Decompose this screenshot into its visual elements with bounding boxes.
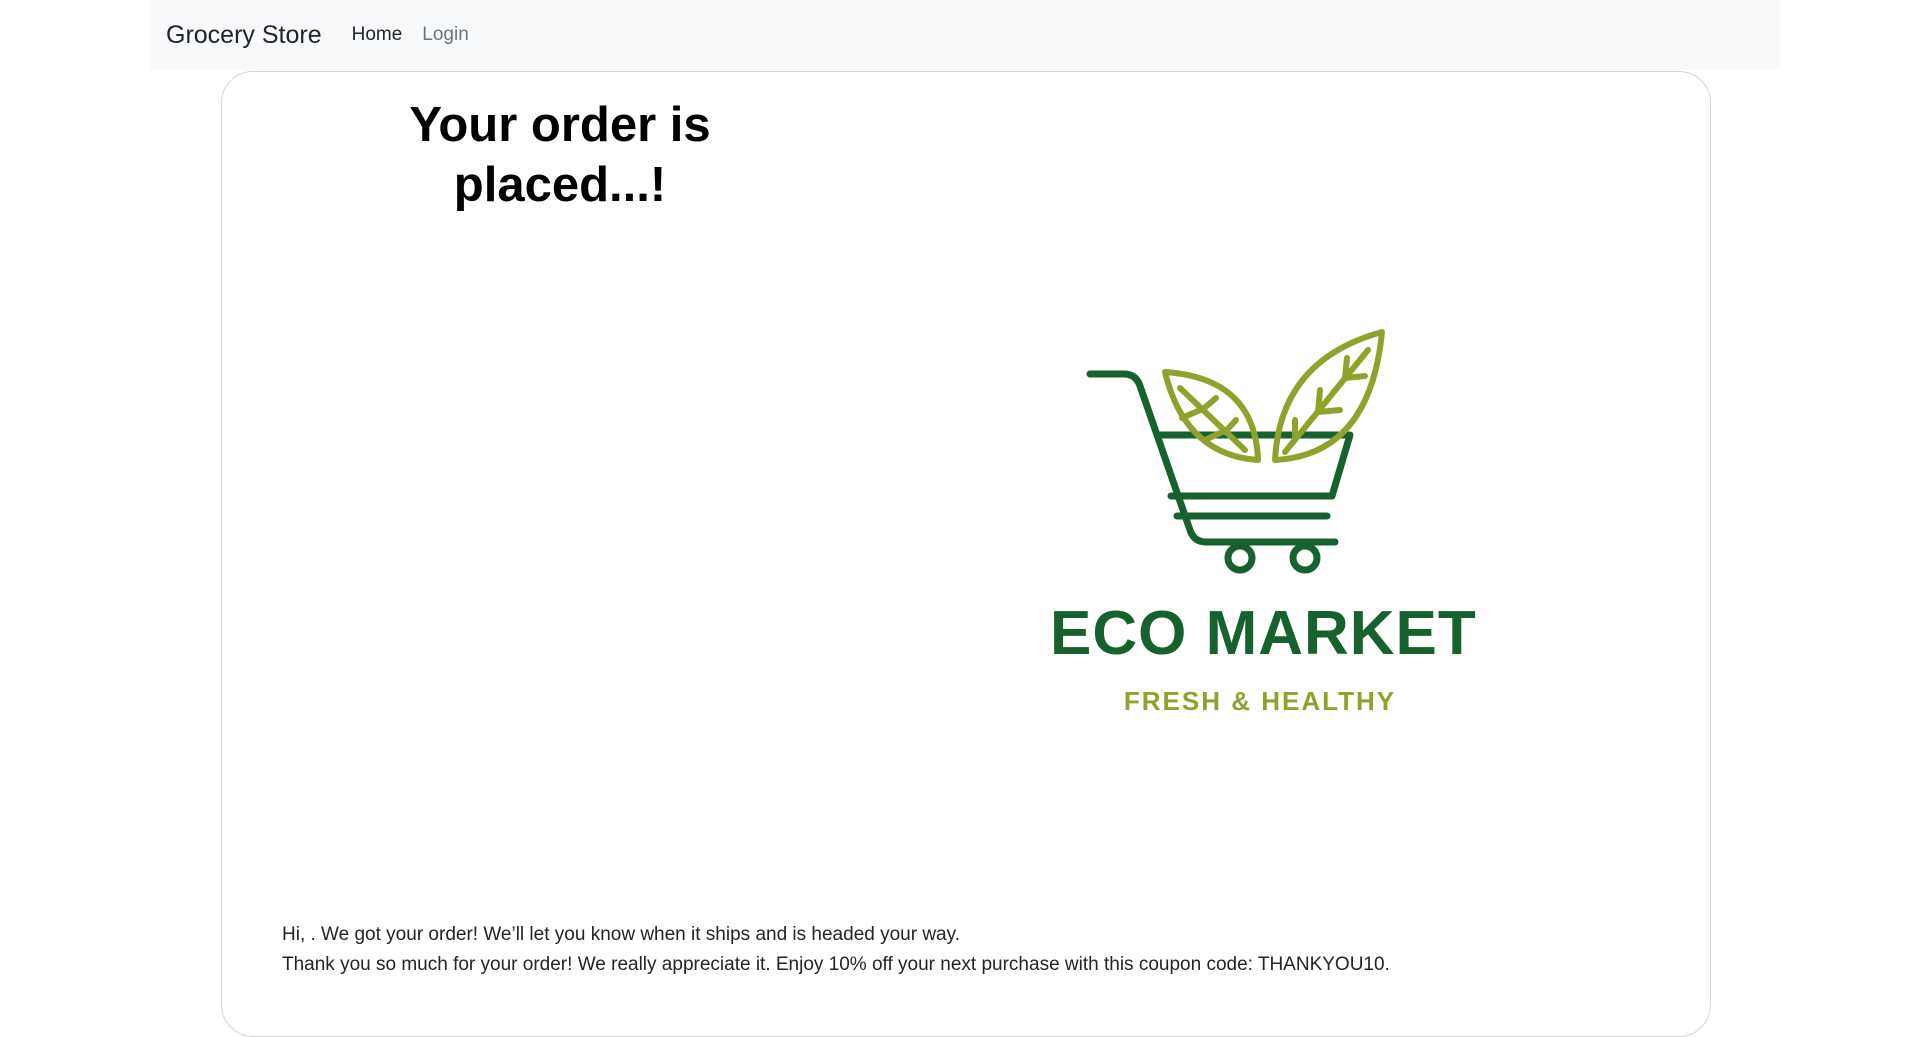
nav-link-login[interactable]: Login — [422, 24, 469, 46]
confirmation-message: Hi, . We got your order! We’ll let you k… — [282, 920, 1390, 980]
logo-title: ECO MARKET — [1050, 599, 1477, 668]
nav-link-home[interactable]: Home — [352, 24, 403, 46]
order-confirmation-card — [221, 71, 1711, 1037]
message-line-coupon: Thank you so much for your order! We rea… — [282, 954, 1390, 975]
eco-market-logo: ECO MARKET FRESH & HEALTHY — [1040, 320, 1480, 720]
navbar: Grocery Store Home Login — [150, 0, 1780, 70]
shopping-cart-leaves-icon — [1086, 329, 1385, 574]
logo-subtitle: FRESH & HEALTHY — [1123, 686, 1397, 716]
message-line-greeting: Hi, . We got your order! We’ll let you k… — [282, 924, 960, 945]
brand-link[interactable]: Grocery Store — [166, 21, 322, 50]
page-title: Your order is placed...! — [409, 98, 711, 212]
